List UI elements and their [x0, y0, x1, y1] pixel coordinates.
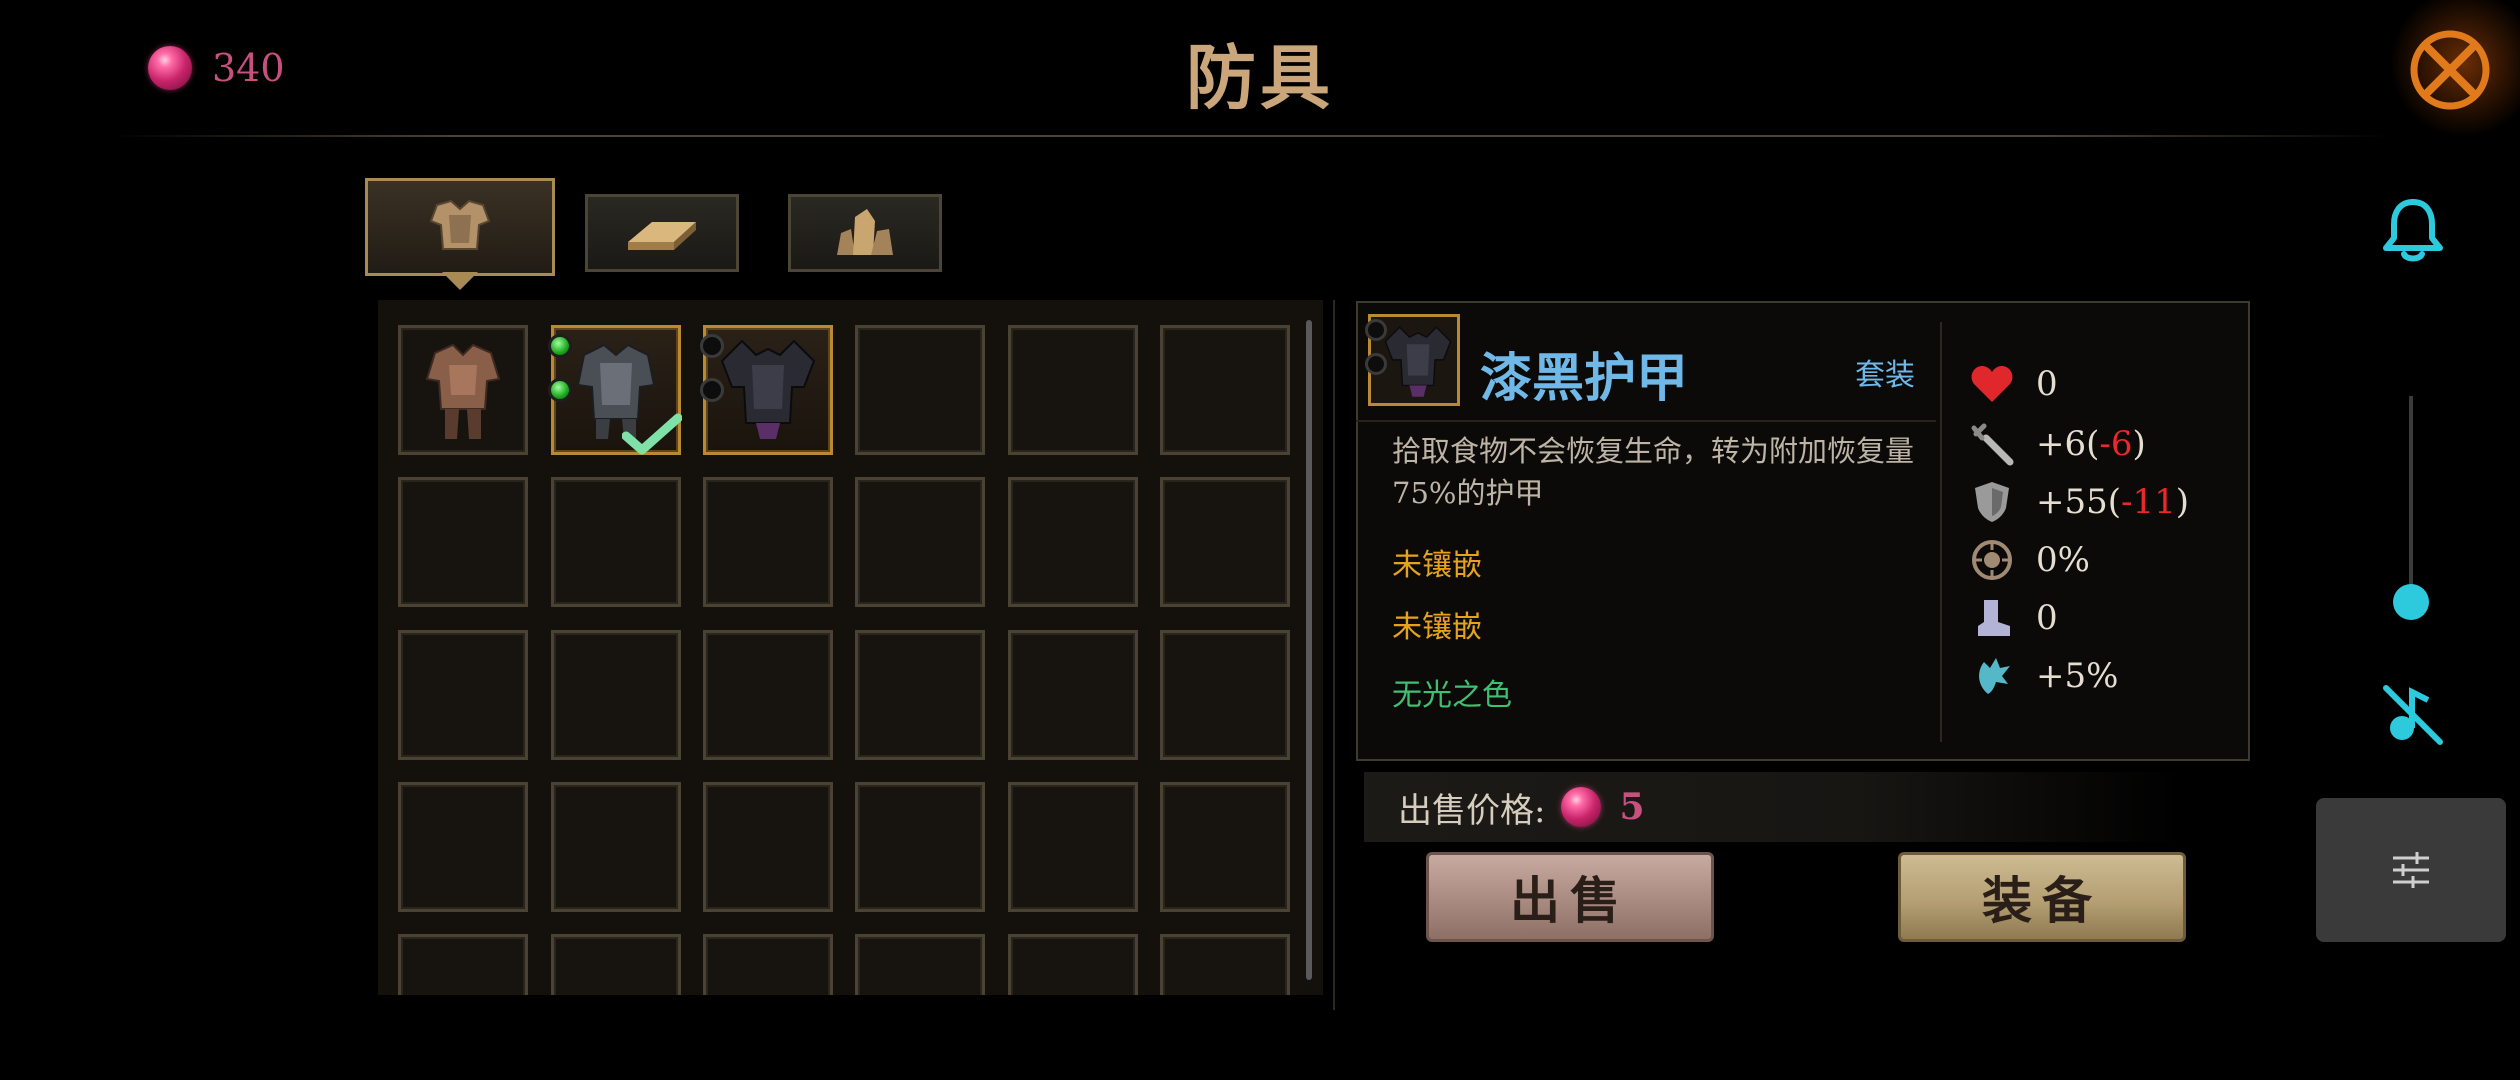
inventory-grid: [378, 300, 1323, 995]
inventory-slot[interactable]: [703, 477, 833, 607]
inventory-slot[interactable]: [1008, 477, 1138, 607]
inventory-slot[interactable]: [1008, 630, 1138, 760]
armor-chest-icon: [429, 199, 491, 250]
item-name: 漆黑护甲: [1480, 348, 1689, 409]
dodge-icon: [1968, 652, 2016, 700]
inventory-slot[interactable]: [1160, 782, 1290, 912]
stat-speed: 0: [1968, 592, 2058, 644]
description-divider: [1356, 420, 1936, 422]
inventory-slot[interactable]: [1008, 934, 1138, 995]
inventory-slot[interactable]: [855, 325, 985, 455]
inventory-slot[interactable]: [398, 934, 528, 995]
inventory-slot[interactable]: [398, 782, 528, 912]
sword-icon: [1968, 420, 2016, 468]
stat-crit: 0%: [1968, 534, 2090, 586]
dark-armor-icon: [720, 339, 816, 439]
crit-icon: [1968, 536, 2016, 584]
music-toggle-button[interactable]: [2380, 682, 2446, 748]
inventory-slot[interactable]: [1160, 325, 1290, 455]
inventory-slot[interactable]: [398, 325, 528, 455]
leather-armor-icon: [425, 343, 501, 439]
inventory-slot[interactable]: [551, 782, 681, 912]
active-tab-indicator: [442, 272, 478, 290]
socket-status-2: 未镶嵌: [1392, 610, 1482, 645]
inventory-slot[interactable]: [1160, 934, 1290, 995]
volume-slider-handle[interactable]: [2393, 584, 2429, 620]
item-detail-icon: [1365, 314, 1460, 406]
set-link[interactable]: 套装: [1855, 350, 1915, 394]
music-muted-icon: [2383, 685, 2443, 745]
inventory-slot[interactable]: [551, 477, 681, 607]
inventory-slot[interactable]: [1160, 477, 1290, 607]
ruby-gem-icon: [1561, 787, 1602, 827]
boot-icon: [1968, 594, 2016, 642]
shield-icon: [1968, 478, 2016, 526]
gold-ingot-icon: [628, 222, 696, 250]
inventory-slot[interactable]: [1008, 325, 1138, 455]
sell-price-label: 出售价格:: [1398, 790, 1546, 831]
stat-defense: +55(-11): [1968, 476, 2189, 528]
stats-divider: [1940, 322, 1942, 742]
tab-crystals[interactable]: [788, 194, 942, 272]
sell-price-value: 5: [1619, 786, 1645, 828]
item-effect: 无光之色: [1392, 678, 1512, 713]
crystal-ore-icon: [837, 209, 893, 255]
inventory-scrollbar[interactable]: [1306, 320, 1312, 980]
inventory-slot[interactable]: [1160, 630, 1290, 760]
stat-dodge: +5%: [1968, 650, 2118, 702]
inventory-slot[interactable]: [398, 630, 528, 760]
tab-armor[interactable]: [365, 178, 555, 276]
inventory-slot[interactable]: [1008, 782, 1138, 912]
sliders-icon: [2393, 852, 2429, 888]
bell-icon: [2383, 199, 2443, 262]
close-button[interactable]: [2380, 0, 2520, 140]
inventory-slot[interactable]: [398, 477, 528, 607]
panel-divider: [1333, 300, 1335, 1010]
volume-slider-track[interactable]: [2409, 396, 2413, 604]
inventory-slot[interactable]: [855, 477, 985, 607]
inventory-slot[interactable]: [703, 782, 833, 912]
tab-materials[interactable]: [585, 194, 739, 272]
inventory-slot[interactable]: [703, 630, 833, 760]
equip-button[interactable]: 装备: [1898, 852, 2186, 942]
inventory-slot[interactable]: [855, 630, 985, 760]
header-divider: [110, 135, 2390, 137]
inventory-slot[interactable]: [855, 782, 985, 912]
crossed-swords-circle-icon: [2410, 30, 2490, 110]
inventory-slot-selected[interactable]: [700, 325, 833, 455]
inventory-slot[interactable]: [855, 934, 985, 995]
socket-status-1: 未镶嵌: [1392, 548, 1482, 583]
stat-health: 0: [1968, 358, 2058, 410]
sell-button[interactable]: 出售: [1426, 852, 1714, 942]
settings-button[interactable]: [2316, 798, 2506, 942]
inventory-slot[interactable]: [548, 325, 682, 455]
inventory-slot[interactable]: [551, 934, 681, 995]
sell-price-bar: 出售价格: 5: [1364, 772, 2184, 842]
equipped-check-icon: [622, 413, 682, 455]
heart-icon: [1968, 360, 2016, 408]
stat-attack: +6(-6): [1968, 418, 2146, 470]
page-title: 防具: [1186, 36, 1334, 119]
inventory-slot[interactable]: [551, 630, 681, 760]
item-description: 拾取食物不会恢复生命，转为附加恢复量75%的护甲: [1392, 434, 1915, 510]
notification-button[interactable]: [2380, 196, 2446, 266]
inventory-slot[interactable]: [703, 934, 833, 995]
dark-armor-icon: [1384, 326, 1452, 397]
